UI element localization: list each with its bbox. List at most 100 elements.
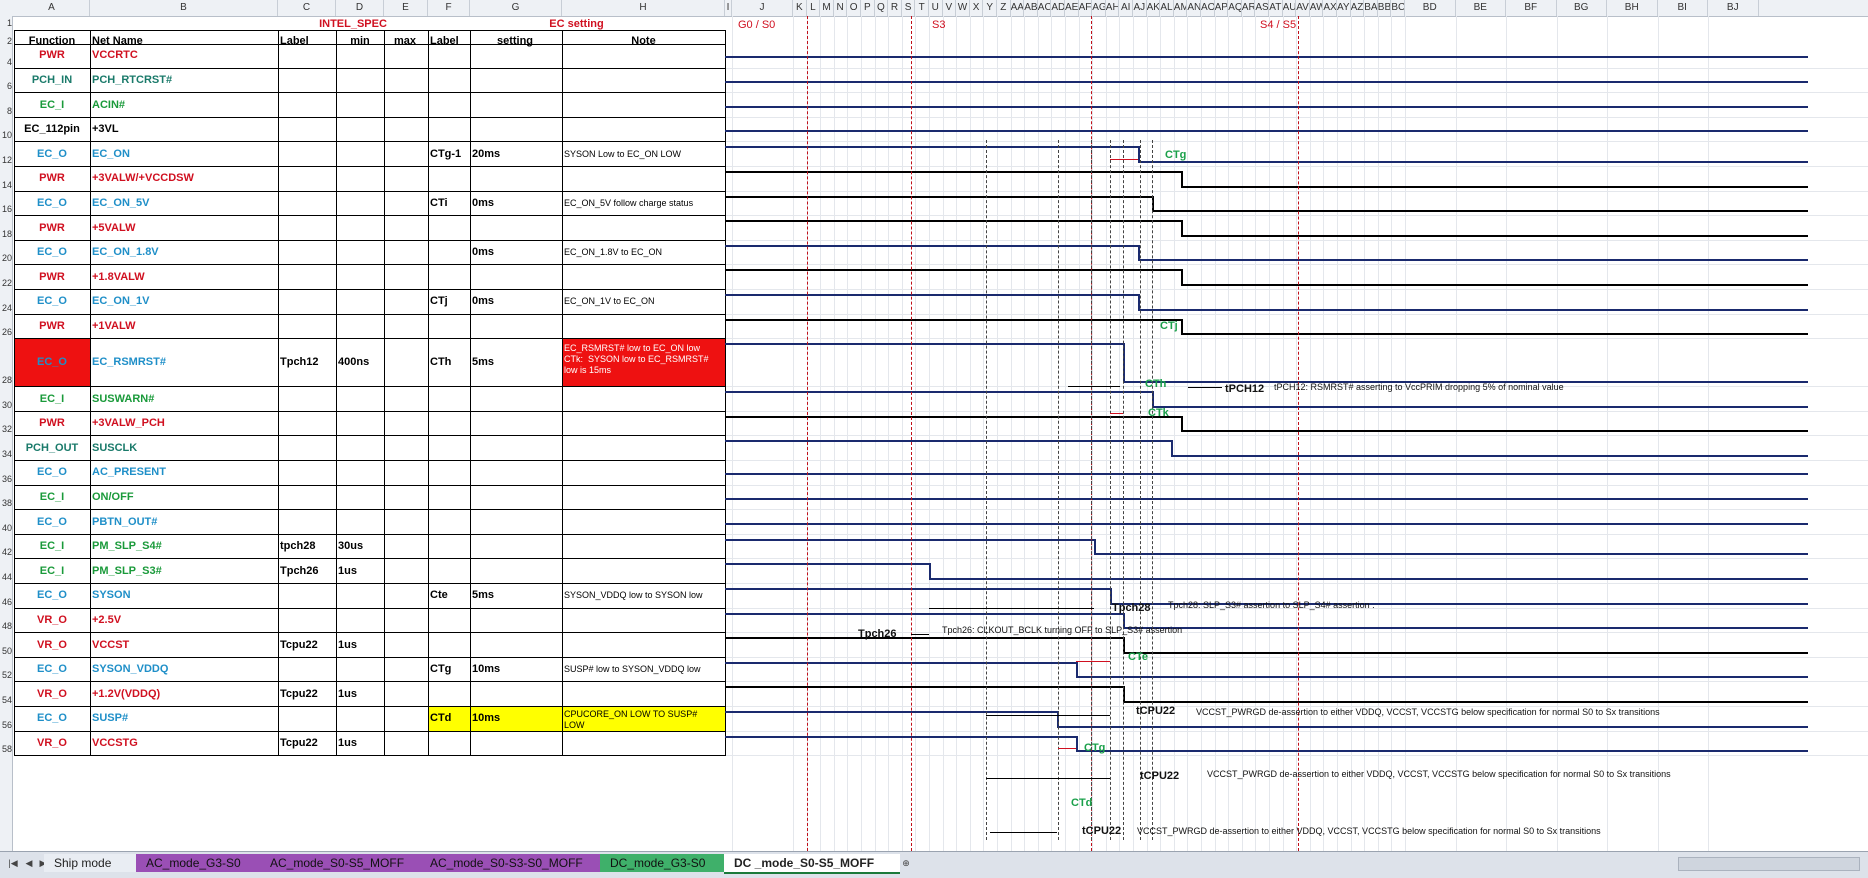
cell-function[interactable]: EC_I <box>14 565 90 577</box>
row-number[interactable]: 34 <box>0 449 12 459</box>
cell-net-name[interactable]: VCCRTC <box>92 49 276 61</box>
cell-note[interactable]: SUSP# low to SYSON_VDDQ low <box>564 664 724 675</box>
cell-net-name[interactable]: PM_SLP_S4# <box>92 540 276 552</box>
column-header[interactable]: AD <box>1051 0 1065 16</box>
cell-setting[interactable]: 0ms <box>472 197 560 209</box>
row-number[interactable]: 22 <box>0 278 12 288</box>
cell-function[interactable]: EC_O <box>14 356 90 368</box>
column-header[interactable]: AU <box>1283 0 1297 16</box>
row-number[interactable]: 46 <box>0 597 12 607</box>
column-header[interactable]: AG <box>1092 0 1106 16</box>
column-header[interactable]: AA <box>1011 0 1025 16</box>
cell-ec-label[interactable]: CTj <box>430 295 470 307</box>
cell-note[interactable]: EC_RSMRST# low to EC_ON low CTk: SYSON l… <box>564 343 724 376</box>
row-number[interactable]: 44 <box>0 572 12 582</box>
column-header[interactable]: O <box>847 0 861 16</box>
cell-net-name[interactable]: +3VL <box>92 123 276 135</box>
row-number[interactable]: 16 <box>0 204 12 214</box>
cell-net-name[interactable]: VCCSTG <box>92 737 276 749</box>
column-header[interactable]: AJ <box>1133 0 1147 16</box>
cell-function[interactable]: VR_O <box>14 614 90 626</box>
cell-net-name[interactable]: +1.8VALW <box>92 271 276 283</box>
column-header[interactable]: M <box>820 0 834 16</box>
column-header[interactable]: R <box>888 0 902 16</box>
row-number[interactable]: 36 <box>0 474 12 484</box>
cell-function[interactable]: VR_O <box>14 688 90 700</box>
cell-net-name[interactable]: +3VALW_PCH <box>92 417 276 429</box>
cell-min[interactable]: 400ns <box>338 356 384 368</box>
row-number[interactable]: 10 <box>0 130 12 140</box>
cell-setting[interactable]: 0ms <box>472 295 560 307</box>
column-header[interactable]: AQ <box>1228 0 1242 16</box>
column-header[interactable]: Q <box>875 0 889 16</box>
cell-function[interactable]: EC_O <box>14 589 90 601</box>
column-header[interactable]: C <box>278 0 336 16</box>
column-header[interactable]: BJ <box>1708 0 1759 16</box>
column-header[interactable]: H <box>562 0 725 16</box>
row-number[interactable]: 12 <box>0 155 12 165</box>
cell-net-name[interactable]: AC_PRESENT <box>92 466 276 478</box>
column-header[interactable]: V <box>943 0 957 16</box>
cell-net-name[interactable]: +1.2V(VDDQ) <box>92 688 276 700</box>
cell-net-name[interactable]: SUSWARN# <box>92 393 276 405</box>
column-header[interactable]: AS <box>1255 0 1269 16</box>
column-header[interactable]: AM <box>1174 0 1188 16</box>
column-header[interactable]: AX <box>1323 0 1337 16</box>
cell-function[interactable]: VR_O <box>14 639 90 651</box>
column-header[interactable]: Y <box>983 0 997 16</box>
cell-note[interactable]: EC_ON_1V to EC_ON <box>564 296 724 307</box>
prev-sheet-icon[interactable]: ◀ <box>22 856 36 870</box>
column-header[interactable]: BD <box>1405 0 1456 16</box>
cell-net-name[interactable]: ACIN# <box>92 99 276 111</box>
cell-ec-label[interactable]: CTg <box>430 663 470 675</box>
row-number[interactable]: 6 <box>0 81 12 91</box>
cell-net-name[interactable]: EC_RSMRST# <box>92 356 276 368</box>
cell-ec-label[interactable]: CTg-1 <box>430 148 470 160</box>
row-number[interactable]: 38 <box>0 498 12 508</box>
row-number[interactable]: 20 <box>0 253 12 263</box>
sheet-tab-active[interactable]: DC _mode_S0-S5_MOFF <box>724 854 900 874</box>
column-header[interactable]: AV <box>1296 0 1310 16</box>
cell-note[interactable]: EC_ON_5V follow charge status <box>564 198 724 209</box>
cell-function[interactable]: EC_O <box>14 148 90 160</box>
cell-net-name[interactable]: SYSON <box>92 589 276 601</box>
cell-function[interactable]: EC_I <box>14 491 90 503</box>
row-number[interactable]: 40 <box>0 523 12 533</box>
cell-function[interactable]: PCH_IN <box>14 74 90 86</box>
cell-net-name[interactable]: +3VALW/+VCCDSW <box>92 172 276 184</box>
cell-function[interactable]: EC_O <box>14 295 90 307</box>
cell-label[interactable]: Tcpu22 <box>280 639 336 651</box>
column-header[interactable]: AT <box>1269 0 1283 16</box>
column-header[interactable]: U <box>929 0 943 16</box>
cell-function[interactable]: EC_O <box>14 197 90 209</box>
sheet-tab[interactable]: AC_mode_S0-S3-S0_MOFF <box>420 854 600 872</box>
column-header[interactable]: AK <box>1147 0 1161 16</box>
cell-function[interactable]: EC_I <box>14 540 90 552</box>
row-number[interactable]: 48 <box>0 621 12 631</box>
cell-ec-label[interactable]: CTh <box>430 356 470 368</box>
row-number[interactable]: 2 <box>0 36 12 46</box>
cell-function[interactable]: EC_O <box>14 466 90 478</box>
row-number[interactable]: 58 <box>0 744 12 754</box>
column-header[interactable]: B <box>90 0 278 16</box>
cell-function[interactable]: VR_O <box>14 737 90 749</box>
cell-function[interactable]: EC_I <box>14 393 90 405</box>
column-header[interactable]: N <box>834 0 848 16</box>
column-header[interactable]: AW <box>1310 0 1324 16</box>
cell-net-name[interactable]: EC_ON_5V <box>92 197 276 209</box>
row-number[interactable]: 14 <box>0 180 12 190</box>
cell-function[interactable]: PWR <box>14 417 90 429</box>
cell-function[interactable]: EC_112pin <box>14 123 90 135</box>
row-number[interactable]: 24 <box>0 303 12 313</box>
column-header[interactable]: AI <box>1119 0 1133 16</box>
cell-label[interactable]: tpch28 <box>280 540 336 552</box>
horizontal-scrollbar[interactable] <box>1678 857 1860 871</box>
column-header[interactable]: D <box>336 0 384 16</box>
cell-net-name[interactable]: SUSP# <box>92 712 276 724</box>
cell-net-name[interactable]: +5VALW <box>92 222 276 234</box>
row-number[interactable]: 54 <box>0 695 12 705</box>
cell-net-name[interactable]: PM_SLP_S3# <box>92 565 276 577</box>
column-header[interactable]: S <box>902 0 916 16</box>
cell-net-name[interactable]: SYSON_VDDQ <box>92 663 276 675</box>
column-header[interactable]: K <box>793 0 807 16</box>
